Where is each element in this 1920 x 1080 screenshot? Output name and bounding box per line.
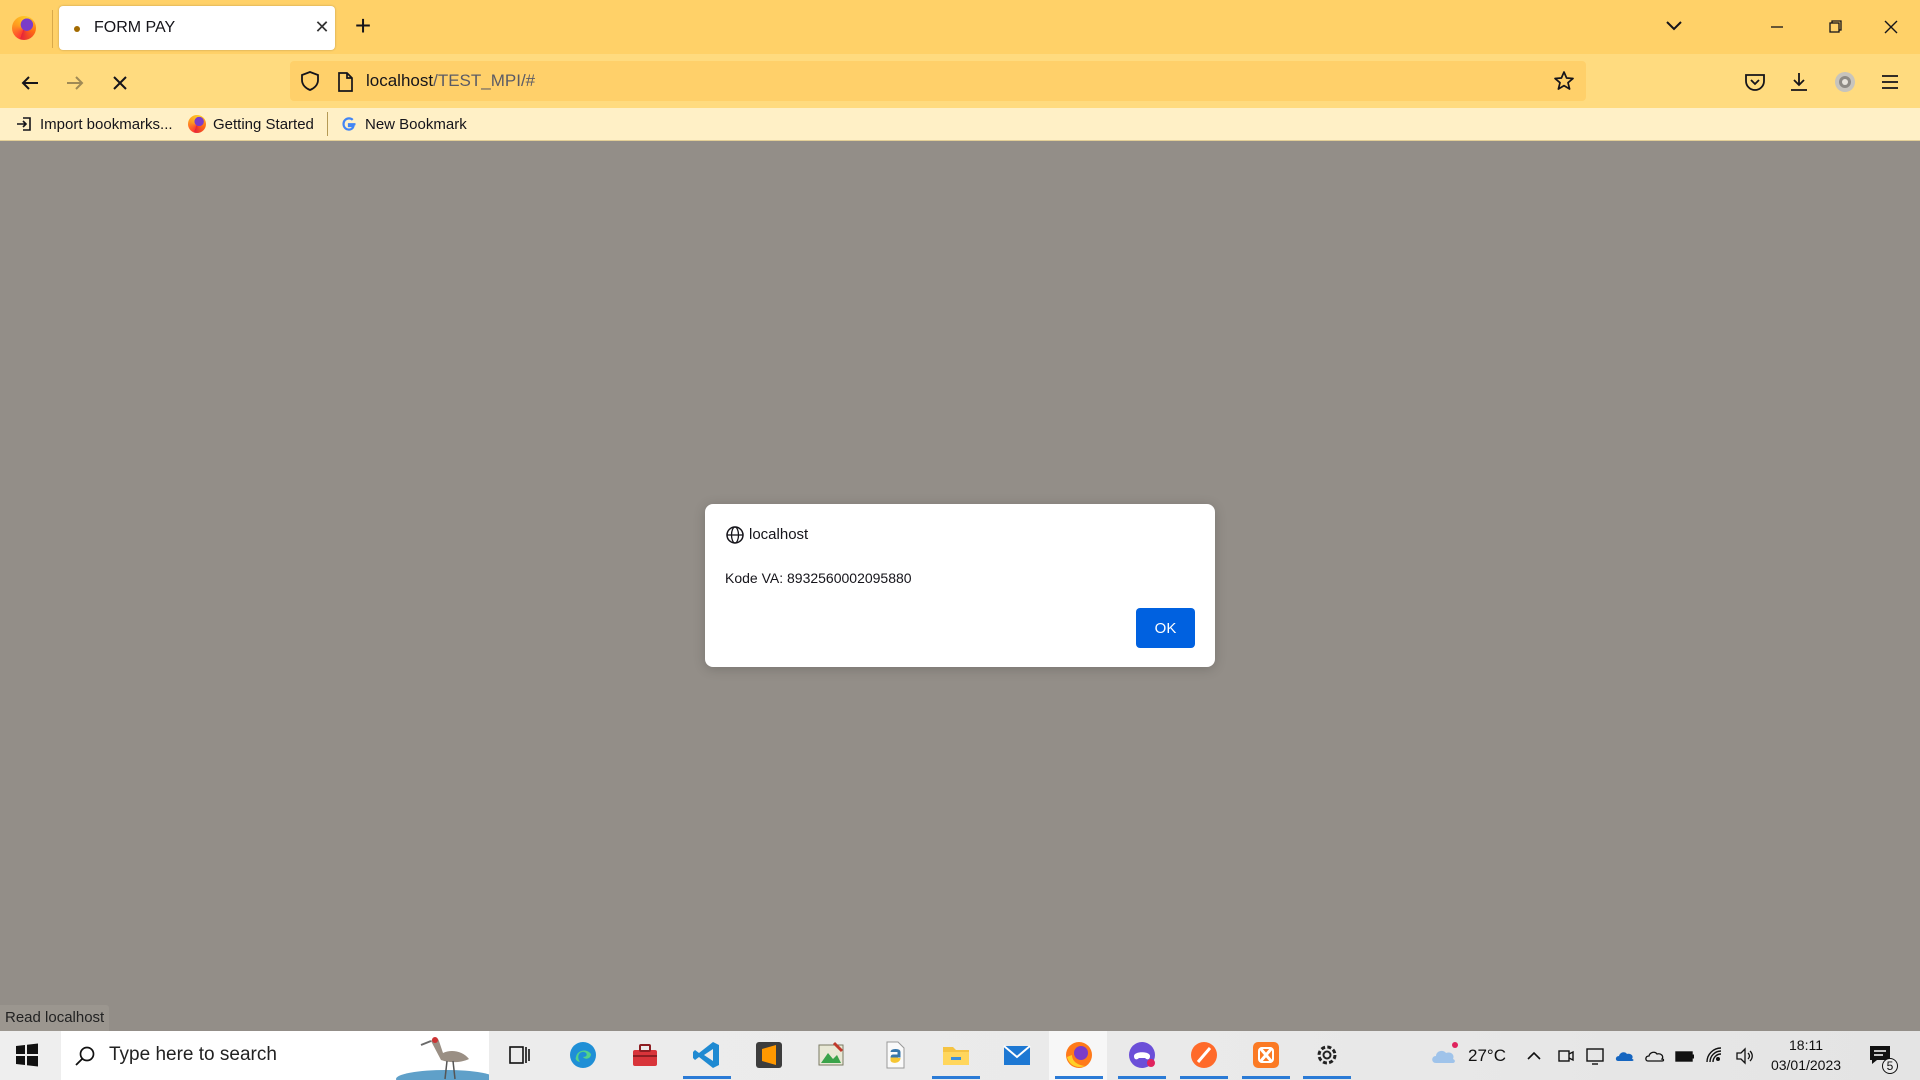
running-indicator: [1242, 1076, 1290, 1079]
bookmarks-toolbar: Import bookmarks... Getting Started New …: [0, 108, 1920, 141]
windows-start-icon[interactable]: [14, 1042, 40, 1068]
notification-count-badge: 5: [1882, 1058, 1898, 1074]
tab-separator: [52, 10, 53, 48]
tracking-protection-shield-icon[interactable]: [298, 69, 322, 93]
network-monitor-icon[interactable]: [1584, 1045, 1606, 1067]
new-tab-button[interactable]: +: [348, 11, 378, 41]
weather-temperature[interactable]: 27°C: [1468, 1046, 1506, 1066]
volume-icon[interactable]: [1734, 1045, 1756, 1067]
url-host: localhost: [366, 71, 434, 90]
app-menu-hamburger-icon[interactable]: [1876, 68, 1904, 96]
onedrive-icon[interactable]: [1614, 1045, 1636, 1067]
toolbox-app-icon[interactable]: [629, 1039, 661, 1071]
import-icon: [17, 117, 31, 131]
search-highlight-crane-image: [396, 1037, 489, 1080]
xampp-icon[interactable]: [1250, 1039, 1282, 1071]
brush-app-icon[interactable]: [1188, 1039, 1220, 1071]
running-indicator: [683, 1076, 731, 1079]
bookmark-separator: [327, 112, 328, 136]
game-controller-app-icon[interactable]: [1126, 1039, 1158, 1071]
back-arrow-icon[interactable]: [15, 68, 45, 98]
running-indicator: [1303, 1076, 1351, 1079]
file-explorer-icon[interactable]: [940, 1039, 972, 1071]
settings-gear-icon[interactable]: [1311, 1039, 1343, 1071]
search-placeholder: Type here to search: [109, 1044, 277, 1065]
google-icon: [342, 117, 356, 131]
url-text[interactable]: localhost/TEST_MPI/#: [366, 71, 535, 91]
close-window-icon[interactable]: [1866, 10, 1916, 44]
wifi-icon[interactable]: [1704, 1045, 1726, 1067]
dialog-origin: localhost: [749, 526, 809, 543]
running-indicator: [1055, 1076, 1103, 1079]
bookmark-import[interactable]: Import bookmarks...: [15, 112, 173, 136]
mail-icon[interactable]: [1001, 1039, 1033, 1071]
url-path: /TEST_MPI/#: [433, 71, 536, 90]
firefox-menu-icon[interactable]: [12, 16, 36, 40]
downloads-icon[interactable]: [1785, 68, 1813, 96]
restore-icon[interactable]: [1810, 10, 1860, 44]
search-icon: [75, 1046, 95, 1066]
stop-loading-icon[interactable]: [105, 68, 135, 98]
sublime-text-icon[interactable]: [753, 1039, 785, 1071]
navigation-toolbar: localhost/TEST_MPI/#: [0, 54, 1920, 108]
firefox-taskbar-icon[interactable]: [1063, 1039, 1095, 1071]
forward-arrow-icon[interactable]: [60, 68, 90, 98]
globe-icon: [726, 526, 744, 544]
bookmark-new-bookmark[interactable]: New Bookmark: [340, 112, 467, 136]
bookmark-getting-started[interactable]: Getting Started: [188, 112, 314, 136]
bookmark-label: Import bookmarks...: [40, 115, 173, 133]
bookmark-star-icon[interactable]: [1552, 69, 1576, 93]
edge-browser-icon[interactable]: [567, 1039, 599, 1071]
list-all-tabs-chevron-icon[interactable]: [1660, 14, 1688, 38]
image-editor-icon[interactable]: [815, 1039, 847, 1071]
minimize-icon[interactable]: [1752, 10, 1802, 44]
bookmark-label: New Bookmark: [365, 115, 467, 133]
meet-now-camera-icon[interactable]: [1555, 1045, 1577, 1067]
loading-indicator-icon: [74, 26, 80, 32]
weather-cloud-icon[interactable]: [1428, 1039, 1460, 1071]
alert-dialog: localhost Kode VA: 8932560002095880 OK: [705, 504, 1215, 667]
dialog-message: Kode VA: 8932560002095880: [725, 570, 912, 586]
taskbar-search-box[interactable]: Type here to search: [61, 1031, 489, 1080]
tray-chevron-up-icon[interactable]: [1522, 1044, 1546, 1068]
vscode-icon[interactable]: [691, 1039, 723, 1071]
windows-taskbar: Type here to search 27°C 18:11 03/01/202…: [0, 1031, 1920, 1080]
running-indicator: [1180, 1076, 1228, 1079]
pocket-icon[interactable]: [1741, 68, 1769, 96]
onedrive-personal-icon[interactable]: [1644, 1045, 1666, 1067]
firefox-icon: [188, 115, 206, 133]
system-clock[interactable]: 18:11 03/01/2023: [1756, 1035, 1856, 1075]
account-avatar-icon[interactable]: [1831, 68, 1859, 96]
clock-time: 18:11: [1789, 1037, 1823, 1053]
page-info-icon[interactable]: [334, 70, 356, 94]
tab-title: FORM PAY: [94, 19, 176, 36]
python-file-icon[interactable]: [879, 1039, 911, 1071]
battery-icon[interactable]: [1674, 1045, 1696, 1067]
ok-button[interactable]: OK: [1136, 608, 1195, 648]
running-indicator: [1118, 1076, 1166, 1079]
running-indicator: [932, 1076, 980, 1079]
tab-close-icon[interactable]: ✕: [309, 14, 335, 40]
status-panel: Read localhost: [0, 1005, 110, 1031]
address-bar[interactable]: localhost/TEST_MPI/#: [290, 61, 1586, 101]
clock-date: 03/01/2023: [1770, 1057, 1842, 1073]
tab-strip: FORM PAY ✕ +: [0, 0, 1920, 54]
bookmark-label: Getting Started: [213, 115, 314, 133]
task-view-icon[interactable]: [503, 1039, 535, 1071]
tab-form-pay[interactable]: FORM PAY ✕: [59, 6, 335, 50]
